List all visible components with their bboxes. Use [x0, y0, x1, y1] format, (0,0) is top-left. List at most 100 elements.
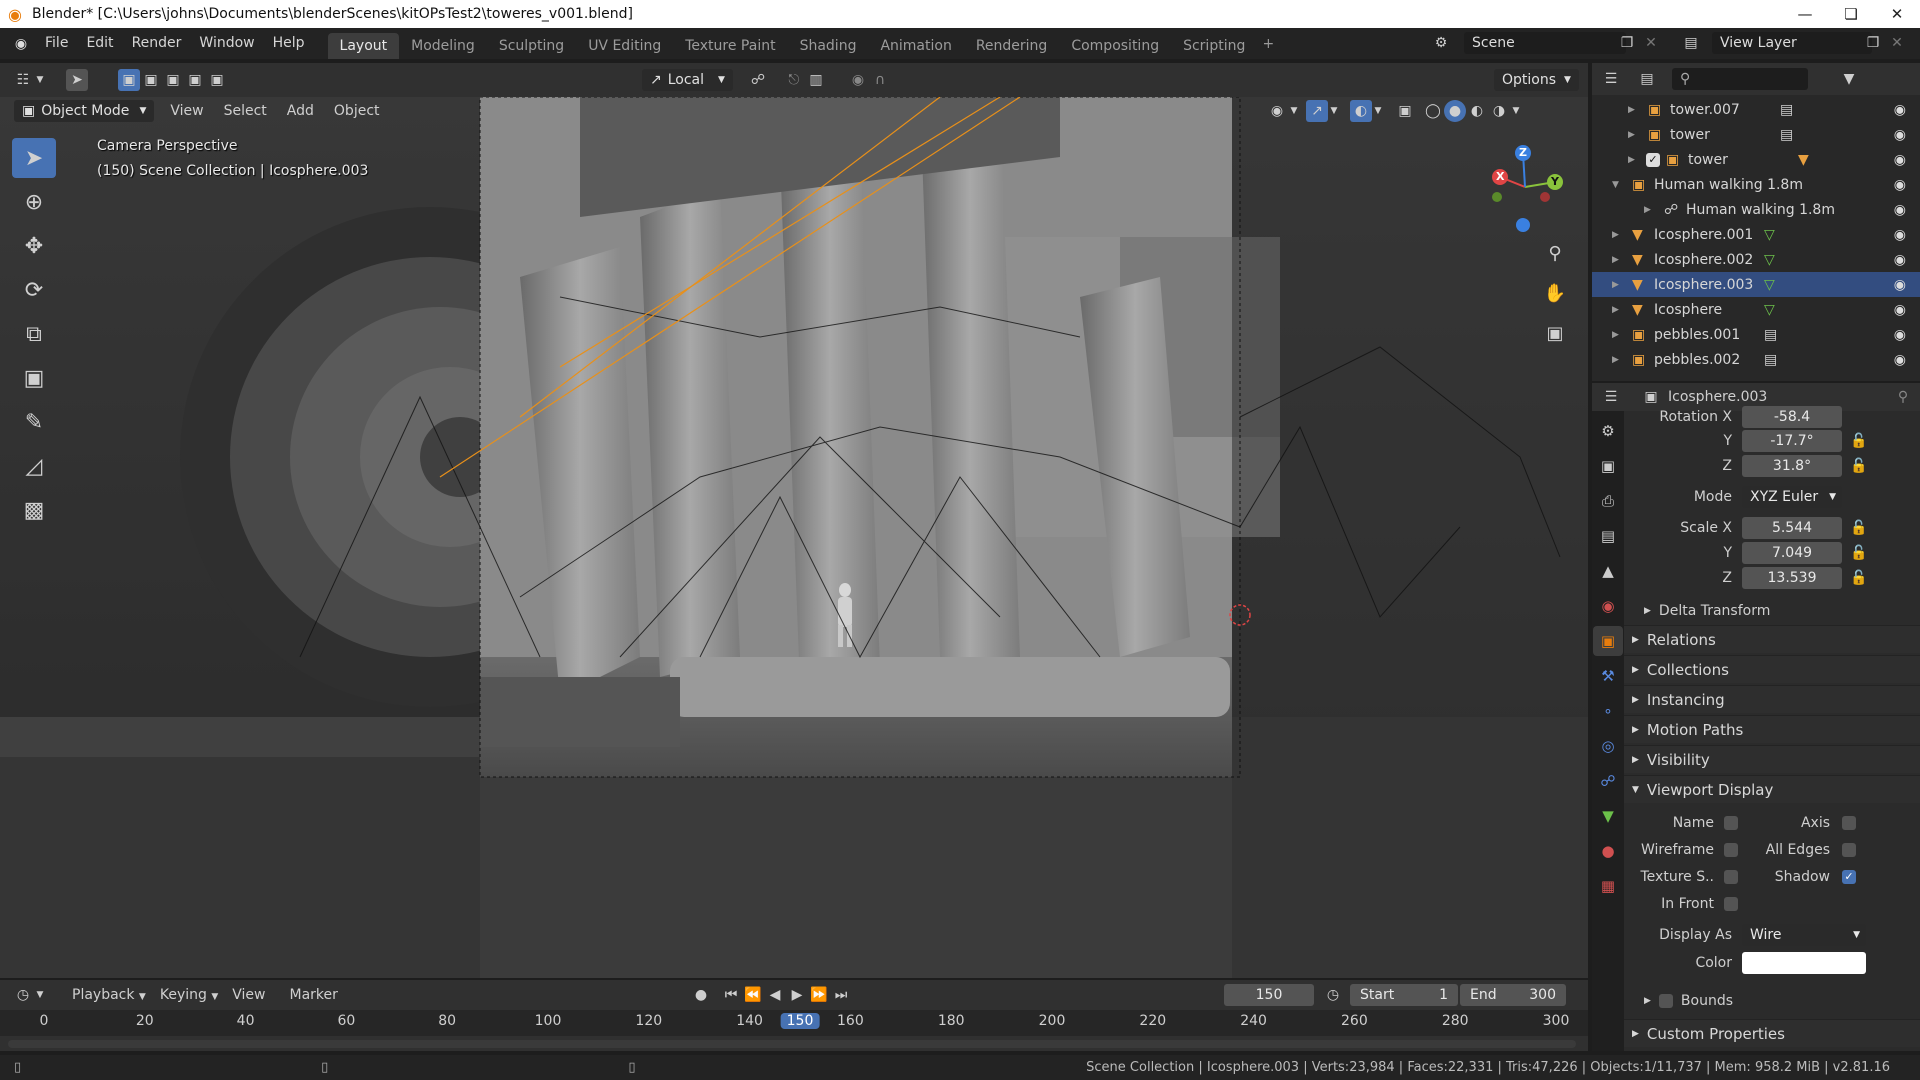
- particles-properties-icon[interactable]: ∘: [1593, 696, 1623, 726]
- visibility-panel[interactable]: ▶ Visibility: [1624, 745, 1920, 773]
- snap-target-icon[interactable]: ▥: [805, 69, 827, 91]
- lock-icon[interactable]: 🔓: [1850, 545, 1867, 561]
- vd-color-swatch[interactable]: [1742, 952, 1866, 974]
- vd-all-edges-checkbox[interactable]: [1842, 843, 1856, 857]
- visibility-eye-icon[interactable]: ◉: [1894, 302, 1906, 318]
- visibility-eye-icon[interactable]: ◉: [1894, 127, 1906, 143]
- solid-shading-icon[interactable]: ●: [1444, 100, 1466, 122]
- outliner-row[interactable]: ▶ ▼ Icosphere ▽ ◉: [1592, 297, 1920, 322]
- falloff-icon[interactable]: ∩: [869, 69, 891, 91]
- select-invert-icon[interactable]: ▣: [184, 69, 206, 91]
- tab-uv-editing[interactable]: UV Editing: [576, 33, 673, 59]
- new-view-layer-icon[interactable]: ❐: [1862, 32, 1884, 54]
- visibility-eye-icon[interactable]: ◉: [1894, 252, 1906, 268]
- rotation-y-field[interactable]: -17.7°: [1742, 430, 1842, 452]
- expand-arrow-icon[interactable]: ▶: [1644, 205, 1651, 215]
- menu-file[interactable]: File: [36, 28, 77, 59]
- tab-rendering[interactable]: Rendering: [964, 33, 1060, 59]
- object-properties-icon[interactable]: ▣: [1593, 626, 1623, 656]
- instancing-panel[interactable]: ▶ Instancing: [1624, 685, 1920, 713]
- wireframe-shading-icon[interactable]: ◯: [1422, 100, 1444, 122]
- select-tool-icon[interactable]: ➤: [66, 69, 88, 91]
- rendered-shading-icon[interactable]: ◑: [1488, 100, 1510, 122]
- vd-shadow-checkbox[interactable]: ✓: [1842, 870, 1856, 884]
- menu-render[interactable]: Render: [123, 28, 191, 59]
- transform-orientation-dropdown[interactable]: ↗ Local ▼: [642, 69, 733, 91]
- properties-editor-type-icon[interactable]: ☰: [1600, 386, 1622, 408]
- editor-type-icon[interactable]: ☷: [12, 69, 34, 91]
- expand-arrow-icon[interactable]: ▶: [1628, 130, 1635, 140]
- menu-help[interactable]: Help: [264, 28, 314, 59]
- menu-select[interactable]: Select: [214, 103, 277, 119]
- vd-bounds-checkbox[interactable]: [1658, 994, 1673, 1008]
- jump-keyframe-back-icon[interactable]: ⏪: [742, 984, 764, 1006]
- move-tool-icon[interactable]: ✥: [12, 226, 56, 266]
- snap-icon[interactable]: ⎋: [783, 69, 805, 91]
- tab-animation[interactable]: Animation: [868, 33, 963, 59]
- outliner-row[interactable]: ▶ ✓ ▣ tower ▼ ◉: [1592, 147, 1920, 172]
- new-scene-icon[interactable]: ❐: [1616, 32, 1638, 54]
- exclude-checkbox[interactable]: ✓: [1646, 152, 1660, 167]
- vd-in-front-checkbox[interactable]: [1724, 897, 1738, 911]
- outliner-row[interactable]: ▶ ▣ pebbles.001 ▤ ◉: [1592, 322, 1920, 347]
- collection-box-icon[interactable]: ▤: [1764, 327, 1777, 343]
- select-box-tool-icon[interactable]: ➤: [12, 138, 56, 178]
- lock-icon[interactable]: 🔓: [1850, 433, 1867, 449]
- annotate-tool-icon[interactable]: ✎: [12, 402, 56, 442]
- jump-keyframe-forward-icon[interactable]: ⏩: [808, 984, 830, 1006]
- play-icon[interactable]: ▶: [786, 984, 808, 1006]
- rotation-mode-dropdown[interactable]: XYZ Euler ▼: [1742, 486, 1842, 508]
- menu-marker[interactable]: Marker: [265, 987, 337, 1003]
- lock-icon[interactable]: 🔓: [1850, 570, 1867, 586]
- delete-scene-icon[interactable]: ✕: [1640, 32, 1662, 54]
- tab-layout[interactable]: Layout: [327, 33, 400, 59]
- pan-hand-icon[interactable]: ✋: [1544, 282, 1566, 304]
- blender-menu-icon[interactable]: ◉: [10, 33, 32, 55]
- object-data-properties-icon[interactable]: ▼: [1593, 801, 1623, 831]
- tab-shading[interactable]: Shading: [788, 33, 869, 59]
- chevron-down-icon[interactable]: ▼: [1510, 100, 1522, 122]
- view-layer-properties-icon[interactable]: ▤: [1593, 521, 1623, 551]
- overlays-icon[interactable]: ◐: [1350, 100, 1372, 122]
- expand-arrow-icon[interactable]: ▶: [1612, 255, 1619, 265]
- minimize-button[interactable]: —: [1782, 0, 1828, 28]
- outliner-row[interactable]: ▶ ☍ Human walking 1.8m ◉: [1592, 197, 1920, 222]
- scale-x-field[interactable]: 5.544: [1742, 517, 1842, 539]
- timeline-editor-type-icon[interactable]: ◷: [12, 984, 34, 1006]
- vd-texture-space-checkbox[interactable]: [1724, 870, 1738, 884]
- menu-timeline-view[interactable]: View: [218, 987, 265, 1003]
- visibility-eye-icon[interactable]: ◉: [1894, 202, 1906, 218]
- output-properties-icon[interactable]: ⎙: [1593, 486, 1623, 516]
- view-layer-field[interactable]: View Layer: [1712, 32, 1872, 54]
- visibility-eye-icon[interactable]: ◉: [1894, 102, 1906, 118]
- texture-properties-icon[interactable]: ▦: [1593, 871, 1623, 901]
- mesh-data-icon[interactable]: ▽: [1764, 252, 1775, 268]
- rotate-tool-icon[interactable]: ⟳: [12, 270, 56, 310]
- visibility-eye-icon[interactable]: ◉: [1894, 352, 1906, 368]
- zoom-icon[interactable]: ⚲: [1544, 242, 1566, 264]
- chevron-down-icon[interactable]: ▼: [34, 69, 46, 91]
- scale-z-field[interactable]: 13.539: [1742, 567, 1842, 589]
- collection-box-icon[interactable]: ▤: [1780, 102, 1793, 118]
- relations-panel[interactable]: ▶ Relations: [1624, 625, 1920, 653]
- scene-selector-icon[interactable]: ⚙: [1430, 32, 1452, 54]
- timeline-ruler[interactable]: 0 20 40 60 80 100 120 140 150 160 180 200 220 240 260 2…: [0, 1010, 1588, 1036]
- record-icon[interactable]: ●: [690, 984, 712, 1006]
- outliner-row[interactable]: ▶ ▼ Icosphere.001 ▽ ◉: [1592, 222, 1920, 247]
- current-frame-field[interactable]: 150: [1224, 984, 1314, 1006]
- collection-box-icon[interactable]: ▤: [1780, 127, 1793, 143]
- visibility-eye-icon[interactable]: ◉: [1894, 327, 1906, 343]
- world-properties-icon[interactable]: ◉: [1593, 591, 1623, 621]
- tab-compositing[interactable]: Compositing: [1059, 33, 1171, 59]
- outliner-row[interactable]: ▶ ▼ Icosphere.003 ▽ ◉: [1592, 272, 1920, 297]
- menu-object[interactable]: Object: [324, 103, 390, 119]
- scene-field[interactable]: Scene: [1464, 32, 1626, 54]
- object-mode-dropdown[interactable]: ▣ Object Mode ▼: [14, 100, 155, 122]
- display-mode-icon[interactable]: ▤: [1636, 68, 1658, 90]
- start-frame-field[interactable]: Start 1: [1350, 984, 1458, 1006]
- lock-icon[interactable]: 🔓: [1850, 458, 1867, 474]
- filter-icon[interactable]: ▼: [1838, 68, 1860, 90]
- delete-view-layer-icon[interactable]: ✕: [1886, 32, 1908, 54]
- lock-icon[interactable]: 🔓: [1850, 520, 1867, 536]
- cursor-tool-icon[interactable]: ⊕: [12, 182, 56, 222]
